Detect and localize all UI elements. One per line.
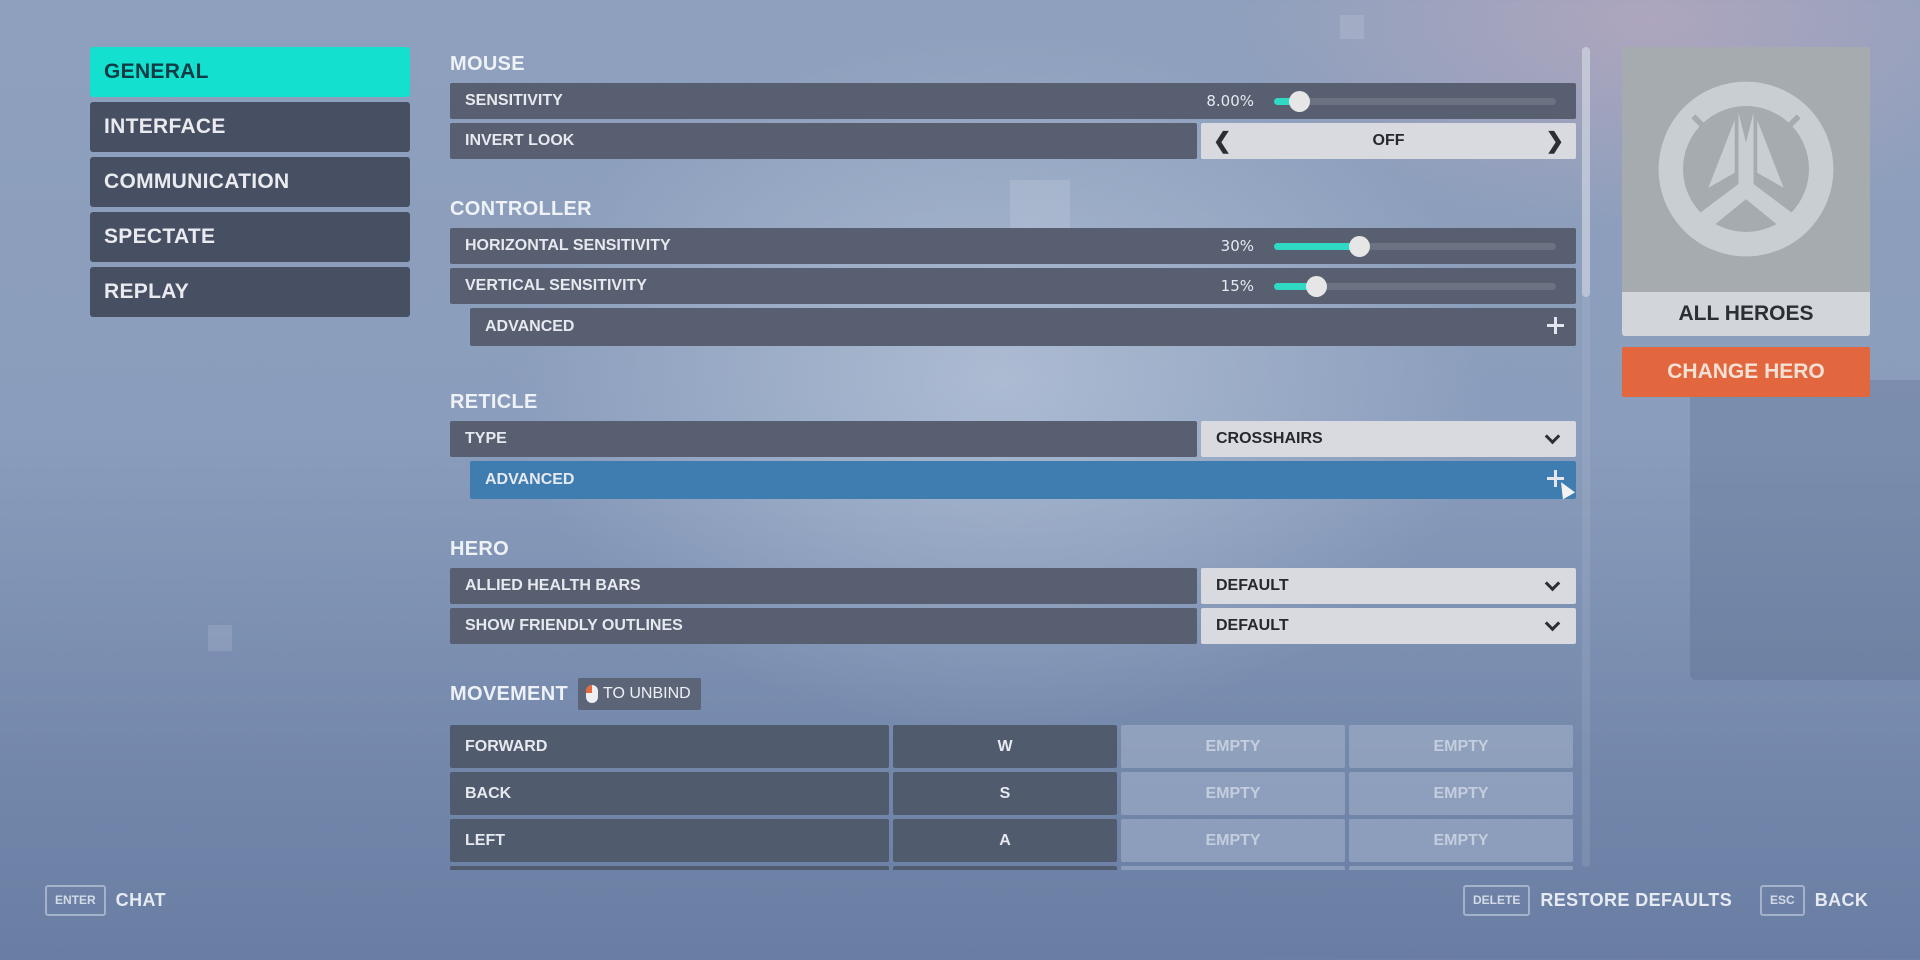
sidebar-item-general[interactable]: GENERAL (90, 47, 410, 97)
primary-keybind[interactable]: A (893, 819, 1117, 862)
delete-key-icon: DELETE (1463, 884, 1531, 916)
vertical-sensitivity-row: VERTICAL SENSITIVITY 15% (450, 268, 1576, 304)
mouse-sensitivity-slider[interactable] (1274, 91, 1556, 112)
sidebar-item-label: GENERAL (104, 60, 209, 83)
background-panel (1690, 380, 1920, 680)
tertiary-keybind[interactable] (1349, 866, 1573, 870)
slider-value: 15% (1220, 277, 1254, 295)
primary-keybind[interactable]: W (893, 725, 1117, 768)
sidebar-item-interface[interactable]: INTERFACE (90, 102, 410, 152)
horizontal-sensitivity-slider[interactable] (1274, 236, 1556, 257)
action-label: FORWARD (450, 725, 889, 768)
reticle-type-row: TYPE CROSSHAIRS (450, 421, 1576, 457)
esc-key-icon: ESC (1760, 884, 1805, 916)
invert-look-row: INVERT LOOK ❮ OFF ❯ (450, 123, 1576, 159)
background-decoration (1340, 15, 1364, 39)
dropdown-value: CROSSHAIRS (1216, 430, 1323, 447)
section-title-controller: CONTROLLER (450, 197, 592, 220)
horizontal-sensitivity-row: HORIZONTAL SENSITIVITY 30% (450, 228, 1576, 264)
chevron-left-icon[interactable]: ❮ (1213, 123, 1231, 159)
unbind-hint: TO UNBIND (577, 678, 701, 710)
action-label (450, 866, 889, 870)
slider-thumb[interactable] (1348, 236, 1370, 257)
table-row: LEFT A EMPTY EMPTY (450, 819, 1576, 862)
reticle-type-dropdown[interactable]: CROSSHAIRS (1201, 421, 1576, 457)
chevron-down-icon (1544, 575, 1561, 592)
reticle-advanced-expander[interactable]: ADVANCED (470, 461, 1576, 500)
selected-hero-name: ALL HEROES (1622, 292, 1870, 336)
restore-defaults-button[interactable]: DELETE RESTORE DEFAULTS (1463, 884, 1732, 916)
slider-value: 8.00% (1206, 92, 1254, 110)
tertiary-keybind[interactable]: EMPTY (1349, 819, 1573, 862)
back-label: BACK (1814, 889, 1869, 910)
hero-card: ALL HEROES (1622, 47, 1870, 336)
primary-keybind[interactable] (893, 866, 1117, 870)
overwatch-logo-icon (1658, 81, 1834, 257)
movement-header: MOVEMENT TO UNBIND (450, 675, 1576, 713)
secondary-keybind[interactable]: EMPTY (1121, 725, 1345, 768)
table-row: BACK S EMPTY EMPTY (450, 772, 1576, 815)
change-hero-button[interactable]: CHANGE HERO (1622, 347, 1870, 397)
setting-label: INVERT LOOK (450, 123, 1197, 159)
vertical-sensitivity-slider[interactable] (1274, 276, 1556, 297)
action-label: BACK (450, 772, 889, 815)
chat-label: CHAT (115, 889, 166, 910)
secondary-keybind[interactable]: EMPTY (1121, 819, 1345, 862)
tertiary-keybind[interactable]: EMPTY (1349, 772, 1573, 815)
mouse-icon (585, 685, 598, 703)
settings-category-sidebar: GENERAL INTERFACE COMMUNICATION SPECTATE… (90, 47, 410, 322)
settings-content: MOUSE SENSITIVITY 8.00% INVERT LOOK ❮ OF… (450, 45, 1576, 870)
table-row (450, 866, 1576, 870)
section-title-hero: HERO (450, 537, 509, 560)
expander-label: ADVANCED (485, 471, 575, 488)
unbind-hint-label: TO UNBIND (602, 685, 691, 702)
sidebar-item-label: REPLAY (104, 280, 190, 303)
sidebar-item-label: INTERFACE (104, 115, 226, 138)
show-friendly-outlines-dropdown[interactable]: DEFAULT (1201, 608, 1576, 644)
invert-look-toggle[interactable]: ❮ OFF ❯ (1201, 123, 1576, 159)
restore-defaults-label: RESTORE DEFAULTS (1540, 889, 1733, 910)
controller-advanced-expander[interactable]: ADVANCED (470, 308, 1576, 346)
sidebar-item-label: COMMUNICATION (104, 170, 290, 193)
chevron-right-icon[interactable]: ❯ (1546, 123, 1564, 159)
setting-label: TYPE (450, 421, 1197, 457)
dropdown-value: DEFAULT (1216, 577, 1289, 594)
slider-fill (1274, 243, 1359, 250)
setting-label: ALLIED HEALTH BARS (450, 568, 1197, 604)
action-label: LEFT (450, 819, 889, 862)
table-row: FORWARD W EMPTY EMPTY (450, 725, 1576, 768)
enter-key-icon: ENTER (45, 884, 106, 916)
allied-health-bars-row: ALLIED HEALTH BARS DEFAULT (450, 568, 1576, 604)
primary-keybind[interactable]: S (893, 772, 1117, 815)
secondary-keybind[interactable] (1121, 866, 1345, 870)
sidebar-item-communication[interactable]: COMMUNICATION (90, 157, 410, 207)
sidebar-item-label: SPECTATE (104, 225, 216, 248)
back-button[interactable]: ESC BACK (1760, 884, 1868, 916)
secondary-keybind[interactable]: EMPTY (1121, 772, 1345, 815)
section-title-reticle: RETICLE (450, 390, 538, 413)
keybind-table: FORWARD W EMPTY EMPTY BACK S EMPTY EMPTY… (450, 725, 1576, 870)
setting-label: SHOW FRIENDLY OUTLINES (450, 608, 1197, 644)
toggle-value: OFF (1372, 132, 1405, 149)
background-decoration (208, 625, 232, 651)
scrollbar-thumb[interactable] (1582, 47, 1590, 297)
mouse-sensitivity-row: SENSITIVITY 8.00% (450, 83, 1576, 119)
slider-value: 30% (1220, 237, 1254, 255)
chevron-down-icon (1544, 428, 1561, 445)
plus-icon[interactable] (1547, 317, 1564, 334)
settings-scrollbar[interactable] (1582, 47, 1590, 867)
chat-button[interactable]: ENTER CHAT (45, 884, 166, 916)
show-friendly-outlines-row: SHOW FRIENDLY OUTLINES DEFAULT (450, 608, 1576, 644)
chevron-down-icon (1544, 615, 1561, 632)
tertiary-keybind[interactable]: EMPTY (1349, 725, 1573, 768)
expander-label: ADVANCED (485, 318, 575, 335)
allied-health-bars-dropdown[interactable]: DEFAULT (1201, 568, 1576, 604)
section-title-mouse: MOUSE (450, 52, 525, 75)
sidebar-item-spectate[interactable]: SPECTATE (90, 212, 410, 262)
section-title-movement: MOVEMENT (450, 682, 568, 705)
dropdown-value: DEFAULT (1216, 617, 1289, 634)
sidebar-item-replay[interactable]: REPLAY (90, 267, 410, 317)
